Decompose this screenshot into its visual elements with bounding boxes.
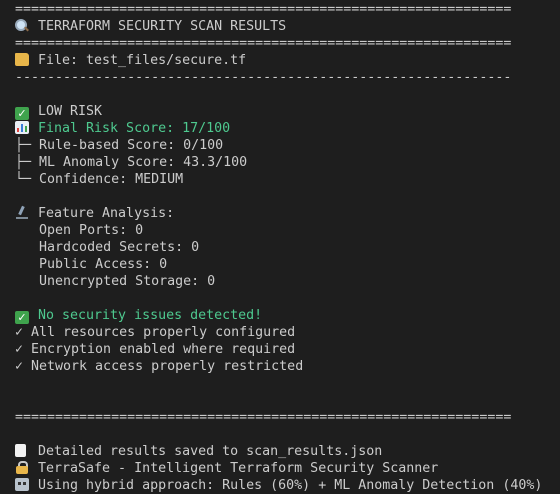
result-headline: No security issues detected! (38, 308, 263, 323)
product-name: TerraSafe - Intelligent Terraform Securi… (38, 461, 439, 476)
unencrypted-storage: Unencrypted Storage: 0 (39, 274, 216, 289)
risk-level-line: ✓ LOW RISK (15, 103, 560, 120)
approach-message: Using hybrid approach: Rules (60%) + ML … (38, 478, 543, 493)
tree-branch: ├─ (15, 155, 32, 170)
approach-line: Using hybrid approach: Rules (60%) + ML … (15, 477, 560, 494)
footer-rule: ========================================… (15, 410, 512, 425)
rule-score-line: ├─ Rule-based Score: 0/100 (15, 137, 560, 154)
result-item: ✓ Encryption enabled where required (15, 342, 296, 357)
ml-anomaly-score: ML Anomaly Score: 43.3/100 (39, 155, 248, 170)
microscope-icon (15, 205, 29, 219)
public-access-line: Public Access: 0 (15, 256, 560, 273)
hardcoded-secrets: Hardcoded Secrets: 0 (39, 240, 200, 255)
feature-heading: Feature Analysis: (38, 206, 175, 221)
check-icon: ✓ (15, 107, 29, 120)
folder-icon (15, 53, 29, 66)
result-headline-line: ✓ No security issues detected! (15, 307, 560, 324)
scan-title: TERRAFORM SECURITY SCAN RESULTS (38, 19, 287, 34)
scan-title-line: TERRAFORM SECURITY SCAN RESULTS (15, 18, 560, 35)
check-icon: ✓ (15, 311, 29, 324)
lock-icon (15, 461, 29, 474)
file-line: File: test_files/secure.tf (15, 52, 560, 69)
tree-branch: ├─ (15, 138, 32, 153)
dash-rule: ----------------------------------------… (15, 70, 512, 85)
robot-icon (15, 478, 29, 491)
confidence-line: └─ Confidence: MEDIUM (15, 171, 560, 188)
header-rule-bottom: ========================================… (15, 36, 512, 51)
risk-level: LOW RISK (38, 104, 103, 119)
result-item: ✓ All resources properly configured (15, 325, 296, 340)
open-ports: Open Ports: 0 (39, 223, 144, 238)
chart-icon (15, 121, 29, 134)
hardcoded-secrets-line: Hardcoded Secrets: 0 (15, 239, 560, 256)
final-risk-score: Final Risk Score: 17/100 (38, 121, 231, 136)
open-ports-line: Open Ports: 0 (15, 222, 560, 239)
confidence: Confidence: MEDIUM (39, 172, 184, 187)
feature-heading-line: Feature Analysis: (15, 205, 560, 222)
terminal-window: ========================================… (0, 0, 560, 493)
tree-last: └─ (15, 172, 32, 187)
saved-line: Detailed results saved to scan_results.j… (15, 443, 560, 460)
unencrypted-storage-line: Unencrypted Storage: 0 (15, 273, 560, 290)
rule-based-score: Rule-based Score: 0/100 (39, 138, 224, 153)
magnifier-icon (15, 19, 29, 32)
header-rule-top: ========================================… (15, 2, 512, 17)
ml-score-line: ├─ ML Anomaly Score: 43.3/100 (15, 154, 560, 171)
saved-message: Detailed results saved to scan_results.j… (38, 444, 383, 459)
document-icon (15, 444, 26, 457)
result-item: ✓ Network access properly restricted (15, 359, 304, 374)
final-score-line: Final Risk Score: 17/100 (15, 120, 560, 137)
file-label: File: test_files/secure.tf (38, 53, 247, 68)
product-line: TerraSafe - Intelligent Terraform Securi… (15, 460, 560, 477)
public-access: Public Access: 0 (39, 257, 168, 272)
